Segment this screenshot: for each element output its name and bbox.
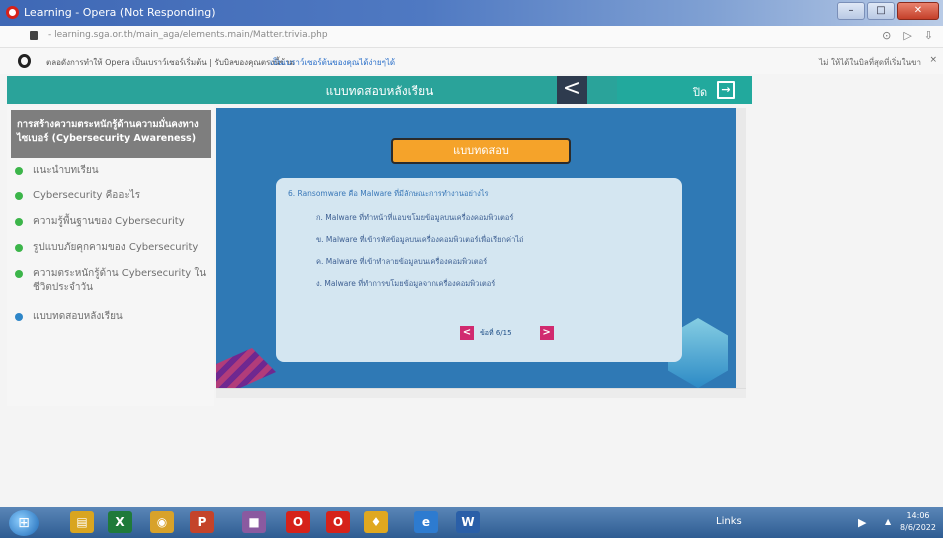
sidebar-item-label: รูปแบบภัยคุกคามของ Cybersecurity <box>33 242 199 253</box>
word-taskbar-icon[interactable]: W <box>456 511 480 533</box>
sidebar-item-intro[interactable]: แนะนำบทเรียน <box>15 164 211 178</box>
next-question-button[interactable]: > <box>539 326 554 340</box>
question-pager: < ข้อที่ 6/15 > <box>460 326 554 340</box>
opera-logo-icon <box>6 6 19 19</box>
app-header: แบบทดสอบหลังเรียน < ปิด → <box>7 76 752 104</box>
sidebar-item-label: ความรู้พื้นฐานของ Cybersecurity <box>33 216 185 227</box>
maximize-button[interactable]: □ <box>867 2 895 20</box>
links-toolbar[interactable]: Links <box>716 516 742 527</box>
shield-taskbar-icon[interactable]: ♦ <box>364 511 388 533</box>
complete-dot-icon <box>15 270 23 278</box>
complete-dot-icon <box>15 167 23 175</box>
clock-time: 14:06 <box>906 511 930 520</box>
address-actions: ⊙ ▷ ⇩ <box>882 29 933 42</box>
sidebar-item-label: แนะนำบทเรียน <box>33 165 99 176</box>
sidebar-item-daily-life[interactable]: ความตระหนักรู้ด้าน Cybersecurity ในชีวิต… <box>15 267 211 295</box>
sidebar-item-posttest[interactable]: แบบทดสอบหลังเรียน <box>15 310 211 324</box>
quiz-badge: แบบทดสอบ <box>391 138 571 164</box>
minimize-button[interactable]: – <box>837 2 865 20</box>
exit-icon: → <box>717 81 735 99</box>
chrome-taskbar-icon[interactable]: ◉ <box>150 511 174 533</box>
infobar-secondary-text[interactable]: ไม่ ให้ได้ในบิลที่สุดที่เริ่มในขา <box>819 56 921 69</box>
vertical-scrollbar[interactable] <box>736 108 746 388</box>
question-text: 6. Ransomware คือ Malware ที่มีลักษณะการ… <box>288 189 489 198</box>
exit-button[interactable]: ปิด → <box>617 76 752 104</box>
course-title: การสร้างความตระหนักรู้ด้านความมั่นคงทางไ… <box>11 110 211 158</box>
lock-icon <box>30 31 38 40</box>
prev-question-button[interactable]: < <box>460 326 474 340</box>
sidebar-item-label: ความตระหนักรู้ด้าน Cybersecurity ในชีวิต… <box>33 268 207 293</box>
back-button[interactable]: < <box>557 76 587 104</box>
complete-dot-icon <box>15 244 23 252</box>
close-button[interactable]: ✕ <box>897 2 939 20</box>
question-card: 6. Ransomware คือ Malware ที่มีลักษณะการ… <box>276 178 682 362</box>
opera-icon <box>18 54 31 68</box>
address-bar: - learning.sga.or.th/main_aga/elements.m… <box>0 26 943 48</box>
quiz-stage: แบบทดสอบ 6. Ransomware คือ Malware ที่มี… <box>216 108 736 388</box>
action-center-flag-icon[interactable]: ▶ <box>858 516 866 529</box>
sidebar-item-label: แบบทดสอบหลังเรียน <box>33 311 123 322</box>
default-browser-infobar: ตลอดังการทำให้ Opera เป็นเบราว์เซอร์เริ่… <box>0 48 943 74</box>
current-dot-icon <box>15 313 23 321</box>
window-controls: – □ ✕ <box>837 2 939 20</box>
play-icon[interactable]: ▷ <box>903 29 911 42</box>
opera-active-taskbar-icon[interactable]: O <box>326 511 350 533</box>
horizontal-scrollbar[interactable] <box>216 388 746 398</box>
powerpoint-taskbar-icon[interactable]: P <box>190 511 214 533</box>
choice-a[interactable]: ก. Malware ที่ทำหน้าที่แอบขโมยข้อมูลบนเค… <box>316 212 513 224</box>
choice-b[interactable]: ข. Malware ที่เข้ารหัสข้อมูลบนเครื่องคอม… <box>316 234 524 246</box>
exit-label: ปิด <box>693 86 708 99</box>
app-taskbar-icon[interactable]: ■ <box>242 511 266 533</box>
start-button[interactable]: ⊞ <box>9 510 39 536</box>
choice-c[interactable]: ค. Malware ที่เข้าทำลายข้อมูลบนเครื่องคอ… <box>316 256 487 268</box>
taskbar: ⊞ ▤ X ◉ P ■ O O ♦ e W Links ▶ ▲ 14:06 8/6/2022 <box>0 507 943 538</box>
course-sidebar: การสร้างความตระหนักรู้ด้านความมั่นคงทางไ… <box>7 106 214 406</box>
complete-dot-icon <box>15 218 23 226</box>
sidebar-item-threats[interactable]: รูปแบบภัยคุกคามของ Cybersecurity <box>15 241 211 255</box>
question-counter: ข้อที่ 6/15 <box>480 328 512 337</box>
sidebar-item-basics[interactable]: ความรู้พื้นฐานของ Cybersecurity <box>15 215 211 229</box>
sidebar-item-label: Cybersecurity คืออะไร <box>33 190 141 201</box>
download-icon[interactable]: ⇩ <box>924 29 933 42</box>
explorer-taskbar-icon[interactable]: ▤ <box>70 511 94 533</box>
system-clock[interactable]: 14:06 8/6/2022 <box>896 510 940 534</box>
tray-expand-icon[interactable]: ▲ <box>885 517 891 526</box>
decoration-crystal-left <box>216 348 276 388</box>
clock-date: 8/6/2022 <box>900 523 936 532</box>
infobar-close-icon[interactable]: × <box>929 55 937 65</box>
complete-dot-icon <box>15 192 23 200</box>
infobar-link[interactable]: เป็นเบราว์เซอร์ต้นของคุณได้ง่ายๆได้ <box>270 56 395 69</box>
opera-taskbar-icon[interactable]: O <box>286 511 310 533</box>
infobar-message: ตลอดังการทำให้ Opera เป็นเบราว์เซอร์เริ่… <box>46 58 295 67</box>
sidebar-item-what-is[interactable]: Cybersecurity คืออะไร <box>15 189 211 203</box>
excel-taskbar-icon[interactable]: X <box>108 511 132 533</box>
refresh-icon[interactable]: ⊙ <box>882 29 891 42</box>
ie-taskbar-icon[interactable]: e <box>414 511 438 533</box>
url-field[interactable]: - learning.sga.or.th/main_aga/elements.m… <box>48 30 328 40</box>
window-titlebar: Learning - Opera (Not Responding) – □ ✕ <box>0 0 943 26</box>
choice-d[interactable]: ง. Malware ที่ทำการขโมยข้อมูลจากเครื่องค… <box>316 278 495 290</box>
window-title: Learning - Opera (Not Responding) <box>24 6 216 19</box>
